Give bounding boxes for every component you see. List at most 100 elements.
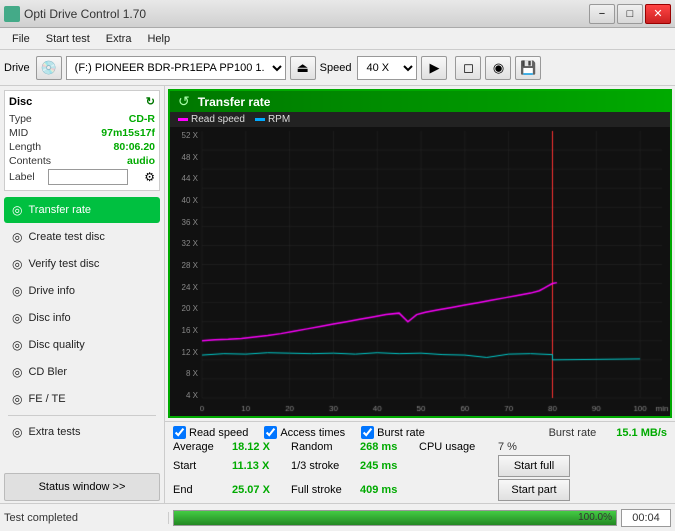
disc-quality-icon: ◎ (12, 338, 22, 352)
maximize-button[interactable]: □ (617, 4, 643, 24)
sidebar-item-transfer-rate[interactable]: ◎ Transfer rate (4, 197, 160, 223)
sidebar-item-disc-info[interactable]: ◎ Disc info (4, 305, 160, 331)
end-label: End (173, 484, 228, 496)
sidebar-item-extra-tests[interactable]: ◎ Extra tests (4, 419, 160, 445)
speed-label: Speed (320, 62, 352, 74)
drive-select[interactable]: (F:) PIONEER BDR-PR1EPA PP100 1.00 (66, 56, 286, 80)
burst-rate-value: 15.1 MB/s (616, 427, 667, 439)
sidebar-item-drive-info[interactable]: ◎ Drive info (4, 278, 160, 304)
sidebar-item-verify-test-disc[interactable]: ◎ Verify test disc (4, 251, 160, 277)
menu-help[interactable]: Help (139, 31, 178, 47)
legend-read-label: Read speed (191, 114, 245, 125)
access-times-checkbox[interactable] (264, 426, 277, 439)
y-label: 32 X (182, 239, 198, 248)
minimize-button[interactable]: − (589, 4, 615, 24)
full-stroke-value: 409 ms (360, 484, 415, 496)
toolbar: Drive 💿 (F:) PIONEER BDR-PR1EPA PP100 1.… (0, 50, 675, 86)
average-label: Average (173, 441, 228, 453)
read-speed-dot (178, 118, 188, 121)
menu-bar: File Start test Extra Help (0, 28, 675, 50)
one-third-stroke-label: 1/3 stroke (291, 460, 356, 472)
sidebar-item-label: Disc quality (28, 339, 84, 351)
one-third-stroke-value: 245 ms (360, 460, 415, 472)
content-area: ↺ Transfer rate Read speed RPM 52 X 48 X (165, 86, 675, 503)
start-value: 11.13 X (232, 460, 287, 472)
checkbox-burst-rate[interactable]: Burst rate (361, 426, 425, 439)
disc-refresh-icon[interactable]: ↻ (146, 95, 155, 108)
verify-test-disc-icon: ◎ (12, 257, 22, 271)
y-label: 4 X (186, 391, 198, 400)
status-text: Test completed (4, 512, 169, 524)
checkbox-access-times[interactable]: Access times (264, 426, 345, 439)
sidebar-item-label: Extra tests (28, 426, 80, 438)
speed-select[interactable]: 40 X 32 X 24 X 16 X 8 X (357, 56, 417, 80)
stats-row-3: End 25.07 X Full stroke 409 ms Start par… (173, 479, 667, 501)
legend-rpm-label: RPM (268, 114, 290, 125)
y-label: 24 X (182, 283, 198, 292)
close-button[interactable]: ✕ (645, 4, 671, 24)
extra-tests-icon: ◎ (12, 425, 22, 439)
status-window-button[interactable]: Status window >> (4, 473, 160, 501)
main-layout: Disc ↻ Type CD-R MID 97m15s17f Length 80… (0, 86, 675, 503)
stats-rows: Average 18.12 X Random 268 ms CPU usage … (169, 441, 671, 501)
sidebar-item-label: CD Bler (28, 366, 67, 378)
stats-row-1: Average 18.12 X Random 268 ms CPU usage … (173, 441, 667, 453)
title-bar-left: Opti Drive Control 1.70 (4, 6, 146, 22)
disc-row-length: Length 80:06.20 (9, 140, 155, 154)
sidebar-item-fe-te[interactable]: ◎ FE / TE (4, 386, 160, 412)
y-label: 40 X (182, 196, 198, 205)
y-axis: 52 X 48 X 44 X 40 X 36 X 32 X 28 X 24 X … (170, 127, 200, 416)
legend-bar: Read speed RPM (170, 112, 670, 127)
disc-row-type: Type CD-R (9, 112, 155, 126)
burst-rate-label: Burst rate (549, 427, 597, 439)
chart-canvas-container (200, 127, 670, 416)
end-value: 25.07 X (232, 484, 287, 496)
sidebar-item-label: FE / TE (28, 393, 65, 405)
disc-panel-header: Disc ↻ (9, 95, 155, 108)
start-label: Start (173, 460, 228, 472)
disc-row-label: Label ⚙ (9, 168, 155, 186)
label-settings-icon[interactable]: ⚙ (144, 170, 155, 184)
y-label: 12 X (182, 348, 198, 357)
label-input[interactable] (48, 169, 128, 185)
sidebar-divider (8, 415, 156, 416)
sidebar-item-cd-bler[interactable]: ◎ CD Bler (4, 359, 160, 385)
disc-panel: Disc ↻ Type CD-R MID 97m15s17f Length 80… (4, 90, 160, 191)
disc-button[interactable]: ◉ (485, 56, 511, 80)
transfer-rate-panel: ↺ Transfer rate Read speed RPM 52 X 48 X (168, 89, 672, 418)
transfer-rate-reload-icon[interactable]: ↺ (178, 93, 190, 110)
erase-button[interactable]: ◻ (455, 56, 481, 80)
fe-te-icon: ◎ (12, 392, 22, 406)
sidebar: Disc ↻ Type CD-R MID 97m15s17f Length 80… (0, 86, 165, 503)
transfer-rate-title: Transfer rate (198, 95, 271, 109)
burst-rate-checkbox[interactable] (361, 426, 374, 439)
main-chart-canvas (200, 127, 670, 416)
progress-label: 100.0% (578, 511, 612, 525)
cpu-label: CPU usage (419, 441, 494, 453)
legend-rpm: RPM (255, 114, 290, 125)
cpu-value: 7 % (498, 441, 538, 453)
sidebar-item-create-test-disc[interactable]: ◎ Create test disc (4, 224, 160, 250)
progress-bar-container: 100.0% (173, 510, 617, 526)
menu-start-test[interactable]: Start test (38, 31, 98, 47)
read-speed-checkbox[interactable] (173, 426, 186, 439)
full-stroke-label: Full stroke (291, 484, 356, 496)
menu-file[interactable]: File (4, 31, 38, 47)
time-display: 00:04 (621, 509, 671, 527)
start-part-button[interactable]: Start part (498, 479, 570, 501)
transfer-rate-header: ↺ Transfer rate (170, 91, 670, 112)
start-full-button[interactable]: Start full (498, 455, 570, 477)
save-button[interactable]: 💾 (515, 56, 541, 80)
disc-row-contents: Contents audio (9, 154, 155, 168)
speed-set-button[interactable]: ▶ (421, 56, 447, 80)
menu-extra[interactable]: Extra (98, 31, 140, 47)
checkbox-read-speed[interactable]: Read speed (173, 426, 248, 439)
drive-icon-btn[interactable]: 💿 (36, 56, 62, 80)
y-label: 16 X (182, 326, 198, 335)
eject-button[interactable]: ⏏ (290, 56, 316, 80)
disc-info-icon: ◎ (12, 311, 22, 325)
random-value: 268 ms (360, 441, 415, 453)
y-label: 20 X (182, 304, 198, 313)
sidebar-item-disc-quality[interactable]: ◎ Disc quality (4, 332, 160, 358)
title-bar: Opti Drive Control 1.70 − □ ✕ (0, 0, 675, 28)
